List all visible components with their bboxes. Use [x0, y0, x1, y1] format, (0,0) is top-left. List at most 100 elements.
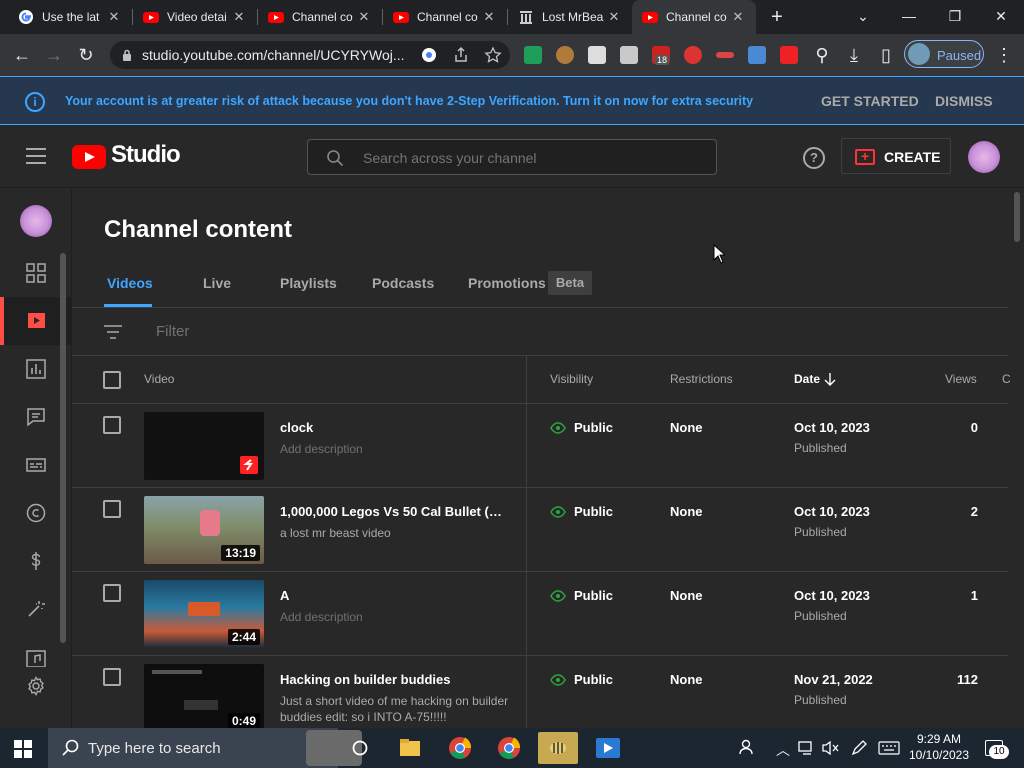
- select-all-checkbox[interactable]: [103, 371, 121, 389]
- extension-youtube-icon[interactable]: [780, 46, 798, 64]
- people-icon[interactable]: [738, 738, 756, 756]
- table-row[interactable]: 2:44 A Add description Public None Oct 1…: [72, 572, 1008, 656]
- close-icon[interactable]: ✕: [356, 9, 372, 25]
- browser-tab-4[interactable]: Channel co ✕: [383, 0, 507, 34]
- chevron-up-icon[interactable]: ︿: [776, 740, 790, 760]
- browser-tab-2[interactable]: Video detai ✕: [133, 0, 257, 34]
- column-header-comments[interactable]: C: [1002, 372, 1011, 386]
- tab-playlists[interactable]: Playlists: [280, 275, 337, 291]
- network-icon[interactable]: [798, 740, 816, 756]
- hamburger-menu-icon[interactable]: [26, 148, 46, 164]
- youtube-logo-icon[interactable]: [72, 145, 106, 169]
- notifications-icon[interactable]: 10: [985, 740, 1009, 759]
- close-icon[interactable]: ✕: [481, 9, 497, 25]
- keyboard-icon[interactable]: [878, 741, 900, 755]
- filter-icon[interactable]: [104, 325, 122, 339]
- reload-icon[interactable]: ↻: [74, 43, 98, 67]
- sidebar-item-settings[interactable]: [0, 662, 72, 710]
- column-header-visibility[interactable]: Visibility: [550, 372, 593, 386]
- browser-tab-3[interactable]: Channel co ✕: [258, 0, 382, 34]
- row-checkbox[interactable]: [103, 584, 121, 602]
- video-thumbnail[interactable]: 0:49: [144, 664, 264, 728]
- visibility-status[interactable]: Public: [550, 672, 613, 687]
- back-icon[interactable]: ←: [10, 43, 34, 67]
- table-row[interactable]: clock Add description Public None Oct 10…: [72, 404, 1008, 488]
- help-icon[interactable]: ?: [803, 147, 825, 169]
- download-icon[interactable]: ⤓: [842, 43, 866, 67]
- extension-badge-icon[interactable]: 18: [652, 46, 670, 65]
- column-header-restrictions[interactable]: Restrictions: [670, 372, 733, 386]
- browser-tab-5[interactable]: Lost MrBea ✕: [508, 0, 632, 34]
- tab-search-icon[interactable]: ⌄: [852, 6, 874, 26]
- video-title[interactable]: A: [280, 588, 510, 603]
- system-clock[interactable]: 9:29 AM 10/10/2023: [904, 731, 974, 763]
- channel-search[interactable]: [307, 139, 717, 175]
- close-icon[interactable]: ✕: [106, 9, 122, 25]
- extension-printer-icon[interactable]: [620, 46, 638, 64]
- window-close-icon[interactable]: ✕: [990, 6, 1012, 26]
- task-view-icon[interactable]: [340, 732, 380, 764]
- column-header-views[interactable]: Views: [945, 372, 977, 386]
- video-description[interactable]: Just a short video of me hacking on buil…: [280, 693, 510, 725]
- extension-s-icon[interactable]: [524, 46, 542, 64]
- main-scrollbar[interactable]: [1014, 192, 1020, 242]
- studio-logo-text[interactable]: Studio: [111, 141, 181, 169]
- get-started-button[interactable]: GET STARTED: [821, 93, 919, 109]
- create-button[interactable]: CREATE: [841, 138, 951, 174]
- chrome-icon[interactable]: [440, 732, 480, 764]
- close-icon[interactable]: ✕: [231, 9, 247, 25]
- browser-tab-1[interactable]: Use the lat ✕: [8, 0, 132, 34]
- table-row[interactable]: 0:49 Hacking on builder buddies Just a s…: [72, 656, 1008, 728]
- maximize-icon[interactable]: ❐: [944, 6, 966, 26]
- video-thumbnail[interactable]: 13:19: [144, 496, 264, 564]
- file-explorer-icon[interactable]: [390, 732, 430, 764]
- share-icon[interactable]: [452, 46, 470, 64]
- video-description[interactable]: Add description: [280, 441, 510, 457]
- row-checkbox[interactable]: [103, 416, 121, 434]
- close-icon[interactable]: ✕: [606, 9, 622, 25]
- pen-icon[interactable]: [850, 739, 868, 757]
- chrome-profile-icon[interactable]: [489, 732, 529, 764]
- channel-avatar[interactable]: [20, 205, 52, 237]
- media-player-icon[interactable]: [588, 732, 628, 764]
- column-header-date[interactable]: Date: [794, 372, 820, 386]
- filter-input[interactable]: Filter: [156, 323, 189, 340]
- app-bee-icon[interactable]: [538, 732, 578, 764]
- search-input[interactable]: [363, 148, 693, 168]
- video-thumbnail[interactable]: 2:44: [144, 580, 264, 648]
- table-row[interactable]: 13:19 1,000,000 Legos Vs 50 Cal Bullet (…: [72, 488, 1008, 572]
- taskbar-search[interactable]: Type here to search: [48, 728, 362, 768]
- extension-blue-icon[interactable]: [748, 46, 766, 64]
- dismiss-button[interactable]: DISMISS: [935, 93, 993, 109]
- minimize-icon[interactable]: —: [898, 6, 920, 26]
- profile-button[interactable]: Paused: [904, 40, 984, 68]
- video-description[interactable]: Add description: [280, 609, 510, 625]
- account-avatar[interactable]: [968, 141, 1000, 173]
- tab-videos[interactable]: Videos: [107, 275, 153, 291]
- tab-live[interactable]: Live: [203, 275, 231, 291]
- new-tab-button[interactable]: +: [766, 6, 788, 28]
- puzzle-extensions-icon[interactable]: ⚲: [810, 43, 834, 67]
- tab-promotions[interactable]: Promotions: [468, 275, 546, 291]
- sort-arrow-down-icon[interactable]: [824, 373, 836, 387]
- volume-muted-icon[interactable]: [822, 740, 840, 756]
- visibility-status[interactable]: Public: [550, 588, 613, 603]
- close-icon[interactable]: ✕: [730, 9, 746, 25]
- row-checkbox[interactable]: [103, 500, 121, 518]
- sidebar-scrollbar[interactable]: [60, 253, 66, 643]
- extension-red-bar-icon[interactable]: [716, 52, 734, 58]
- bookmark-star-icon[interactable]: [484, 46, 502, 64]
- video-title[interactable]: Hacking on builder buddies: [280, 672, 510, 687]
- browser-tab-6-active[interactable]: Channel co ✕: [632, 0, 756, 34]
- cookie-extension-icon[interactable]: [556, 46, 574, 64]
- windows-start-icon[interactable]: [14, 740, 32, 758]
- video-description[interactable]: a lost mr beast video: [280, 525, 510, 541]
- tab-podcasts[interactable]: Podcasts: [372, 275, 434, 291]
- address-bar[interactable]: studio.youtube.com/channel/UCYRYWoj...: [110, 41, 510, 69]
- video-title[interactable]: clock: [280, 420, 510, 435]
- visibility-status[interactable]: Public: [550, 420, 613, 435]
- extension-red-circle-icon[interactable]: [684, 46, 702, 64]
- row-checkbox[interactable]: [103, 668, 121, 686]
- video-title[interactable]: 1,000,000 Legos Vs 50 Cal Bullet (Mr ...: [280, 504, 510, 519]
- video-thumbnail[interactable]: [144, 412, 264, 480]
